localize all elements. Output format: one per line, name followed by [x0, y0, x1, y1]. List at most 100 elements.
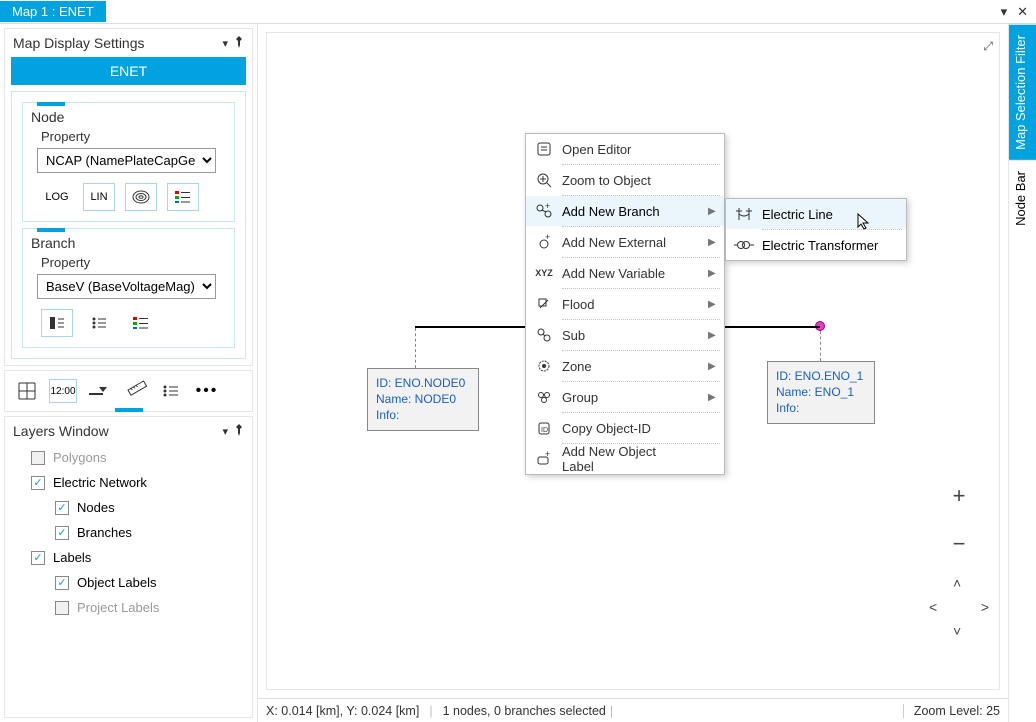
node-id: ID: ENO.ENO_1: [776, 368, 866, 384]
map-canvas[interactable]: ⤢ ID: ENO.NODE0 Name: NODE0 Info: ID: EN…: [266, 32, 1000, 690]
menu-sub[interactable]: Sub▶: [526, 320, 724, 350]
layer-project-labels[interactable]: ✓ Project Labels: [5, 595, 252, 620]
status-zoom: Zoom Level: 25: [903, 704, 1000, 718]
view-mode-3-icon[interactable]: [125, 309, 157, 337]
menu-group[interactable]: Group▶: [526, 382, 724, 412]
list-icon[interactable]: [157, 379, 185, 403]
layer-label: Project Labels: [77, 600, 159, 615]
view-mode-1-icon[interactable]: [41, 309, 73, 337]
submenu-electric-transformer[interactable]: Electric Transformer: [726, 230, 906, 260]
checkbox-icon[interactable]: ✓: [55, 501, 69, 515]
ruler-icon[interactable]: [121, 379, 149, 403]
group-icon: [526, 389, 562, 405]
node-name: Name: NODE0: [376, 391, 470, 407]
checkbox-icon[interactable]: ✓: [31, 476, 45, 490]
layers-title: Layers Window: [13, 423, 109, 439]
layer-labels[interactable]: ✓ Labels: [5, 545, 252, 570]
grid-icon[interactable]: [13, 379, 41, 403]
zoom-out-icon[interactable]: −: [953, 531, 966, 557]
enet-button[interactable]: ENET: [11, 57, 246, 85]
menu-flood[interactable]: Flood▶: [526, 289, 724, 319]
add-external-icon: +: [526, 234, 562, 250]
layer-object-labels[interactable]: ✓ Object Labels: [5, 570, 252, 595]
svg-text:ID: ID: [541, 427, 548, 434]
layer-nodes[interactable]: ✓ Nodes: [5, 495, 252, 520]
zone-icon: [526, 358, 562, 374]
pan-right-icon[interactable]: ˃: [981, 599, 989, 615]
pan-down-icon[interactable]: ˅: [953, 623, 961, 639]
layer-branches[interactable]: ✓ Branches: [5, 520, 252, 545]
checkbox-icon[interactable]: ✓: [55, 526, 69, 540]
checkbox-icon[interactable]: ✓: [55, 601, 69, 615]
submenu-label: Electric Transformer: [762, 238, 878, 253]
electric-transformer-icon: [726, 238, 762, 252]
sub-icon: [526, 327, 562, 343]
node-box-0[interactable]: ID: ENO.NODE0 Name: NODE0 Info:: [367, 368, 479, 431]
status-selection: 1 nodes, 0 branches selected: [443, 704, 606, 718]
legend-icon[interactable]: [167, 183, 199, 211]
node-group: Node Property NCAP (NamePlateCapGen LOG …: [22, 102, 235, 222]
branch-group-title: Branch: [31, 235, 226, 251]
branch-property-label: Property: [41, 255, 226, 270]
svg-text:+: +: [545, 201, 550, 211]
edge-line: [722, 326, 820, 328]
view-mode-2-icon[interactable]: [83, 309, 115, 337]
time-button[interactable]: 12:00: [49, 379, 77, 403]
add-variable-icon: XYZ: [526, 268, 562, 278]
status-coords: X: 0.014 [km], Y: 0.024 [km]: [266, 704, 419, 718]
layer-electric-network[interactable]: ✓ Electric Network: [5, 470, 252, 495]
minimize-icon[interactable]: ▾: [1001, 4, 1008, 20]
collapse-icon[interactable]: ⤢: [983, 39, 993, 54]
dropdown-icon[interactable]: ▾: [222, 425, 228, 438]
copy-id-icon: ID: [526, 420, 562, 436]
contour-icon[interactable]: [125, 183, 157, 211]
pan-control[interactable]: ˄ ˂ ˃ ˅: [931, 579, 987, 635]
node-group-title: Node: [31, 109, 226, 125]
editor-icon: [526, 141, 562, 157]
electric-line-icon: [726, 206, 762, 222]
panel-title: Map Display Settings: [13, 35, 145, 51]
menu-copy-object-id[interactable]: ID Copy Object-ID: [526, 413, 724, 443]
submenu-electric-line[interactable]: Electric Line: [726, 199, 906, 229]
node-property-select[interactable]: NCAP (NamePlateCapGen: [37, 148, 216, 173]
node-info: Info:: [776, 400, 866, 416]
pan-left-icon[interactable]: ˂: [929, 599, 937, 615]
lin-button[interactable]: LIN: [83, 183, 115, 211]
menu-add-new-variable[interactable]: XYZ Add New Variable▶: [526, 258, 724, 288]
submenu-label: Electric Line: [762, 207, 833, 222]
close-icon[interactable]: ✕: [1017, 4, 1028, 20]
pin-icon[interactable]: [234, 36, 244, 51]
status-bar: X: 0.014 [km], Y: 0.024 [km] | 1 nodes, …: [258, 698, 1008, 722]
menu-zone[interactable]: Zone▶: [526, 351, 724, 381]
context-menu: Open Editor Zoom to Object + Add New Bra…: [525, 133, 725, 475]
edge-connector: [820, 331, 821, 361]
pan-up-icon[interactable]: ˄: [953, 575, 961, 591]
menu-open-editor[interactable]: Open Editor: [526, 134, 724, 164]
node-bar-tab[interactable]: Node Bar: [1009, 160, 1036, 236]
checkbox-icon[interactable]: ✓: [31, 451, 45, 465]
checkbox-icon[interactable]: ✓: [55, 576, 69, 590]
log-button[interactable]: LOG: [41, 183, 73, 211]
menu-zoom-to-object[interactable]: Zoom to Object: [526, 165, 724, 195]
pin-icon[interactable]: [234, 424, 244, 439]
layer-label: Branches: [77, 525, 132, 540]
node-box-1[interactable]: ID: ENO.ENO_1 Name: ENO_1 Info:: [767, 361, 875, 424]
map-tab[interactable]: Map 1 : ENET: [0, 1, 106, 22]
layers-panel: Layers Window ▾ ✓ Polygons ✓ Electric Ne…: [4, 416, 253, 718]
add-branch-icon: +: [526, 203, 562, 219]
map-display-settings-panel: Map Display Settings ▾ ENET Node Propert…: [4, 28, 253, 366]
layer-label: Object Labels: [77, 575, 157, 590]
checkbox-icon[interactable]: ✓: [31, 551, 45, 565]
zoom-icon: [526, 172, 562, 188]
zoom-in-icon[interactable]: +: [953, 483, 966, 509]
menu-add-new-branch[interactable]: + Add New Branch▶: [526, 196, 724, 226]
flow-icon[interactable]: [85, 379, 113, 403]
map-selection-filter-tab[interactable]: Map Selection Filter: [1009, 24, 1036, 160]
dropdown-icon[interactable]: ▾: [222, 37, 228, 50]
layer-polygons[interactable]: ✓ Polygons: [5, 445, 252, 470]
menu-add-new-object-label[interactable]: + Add New Object Label: [526, 444, 724, 474]
menu-add-new-external[interactable]: + Add New External▶: [526, 227, 724, 257]
window-tab-bar: Map 1 : ENET ▾ ✕: [0, 0, 1036, 24]
branch-property-select[interactable]: BaseV (BaseVoltageMag): [37, 274, 216, 299]
more-icon[interactable]: •••: [193, 379, 221, 403]
